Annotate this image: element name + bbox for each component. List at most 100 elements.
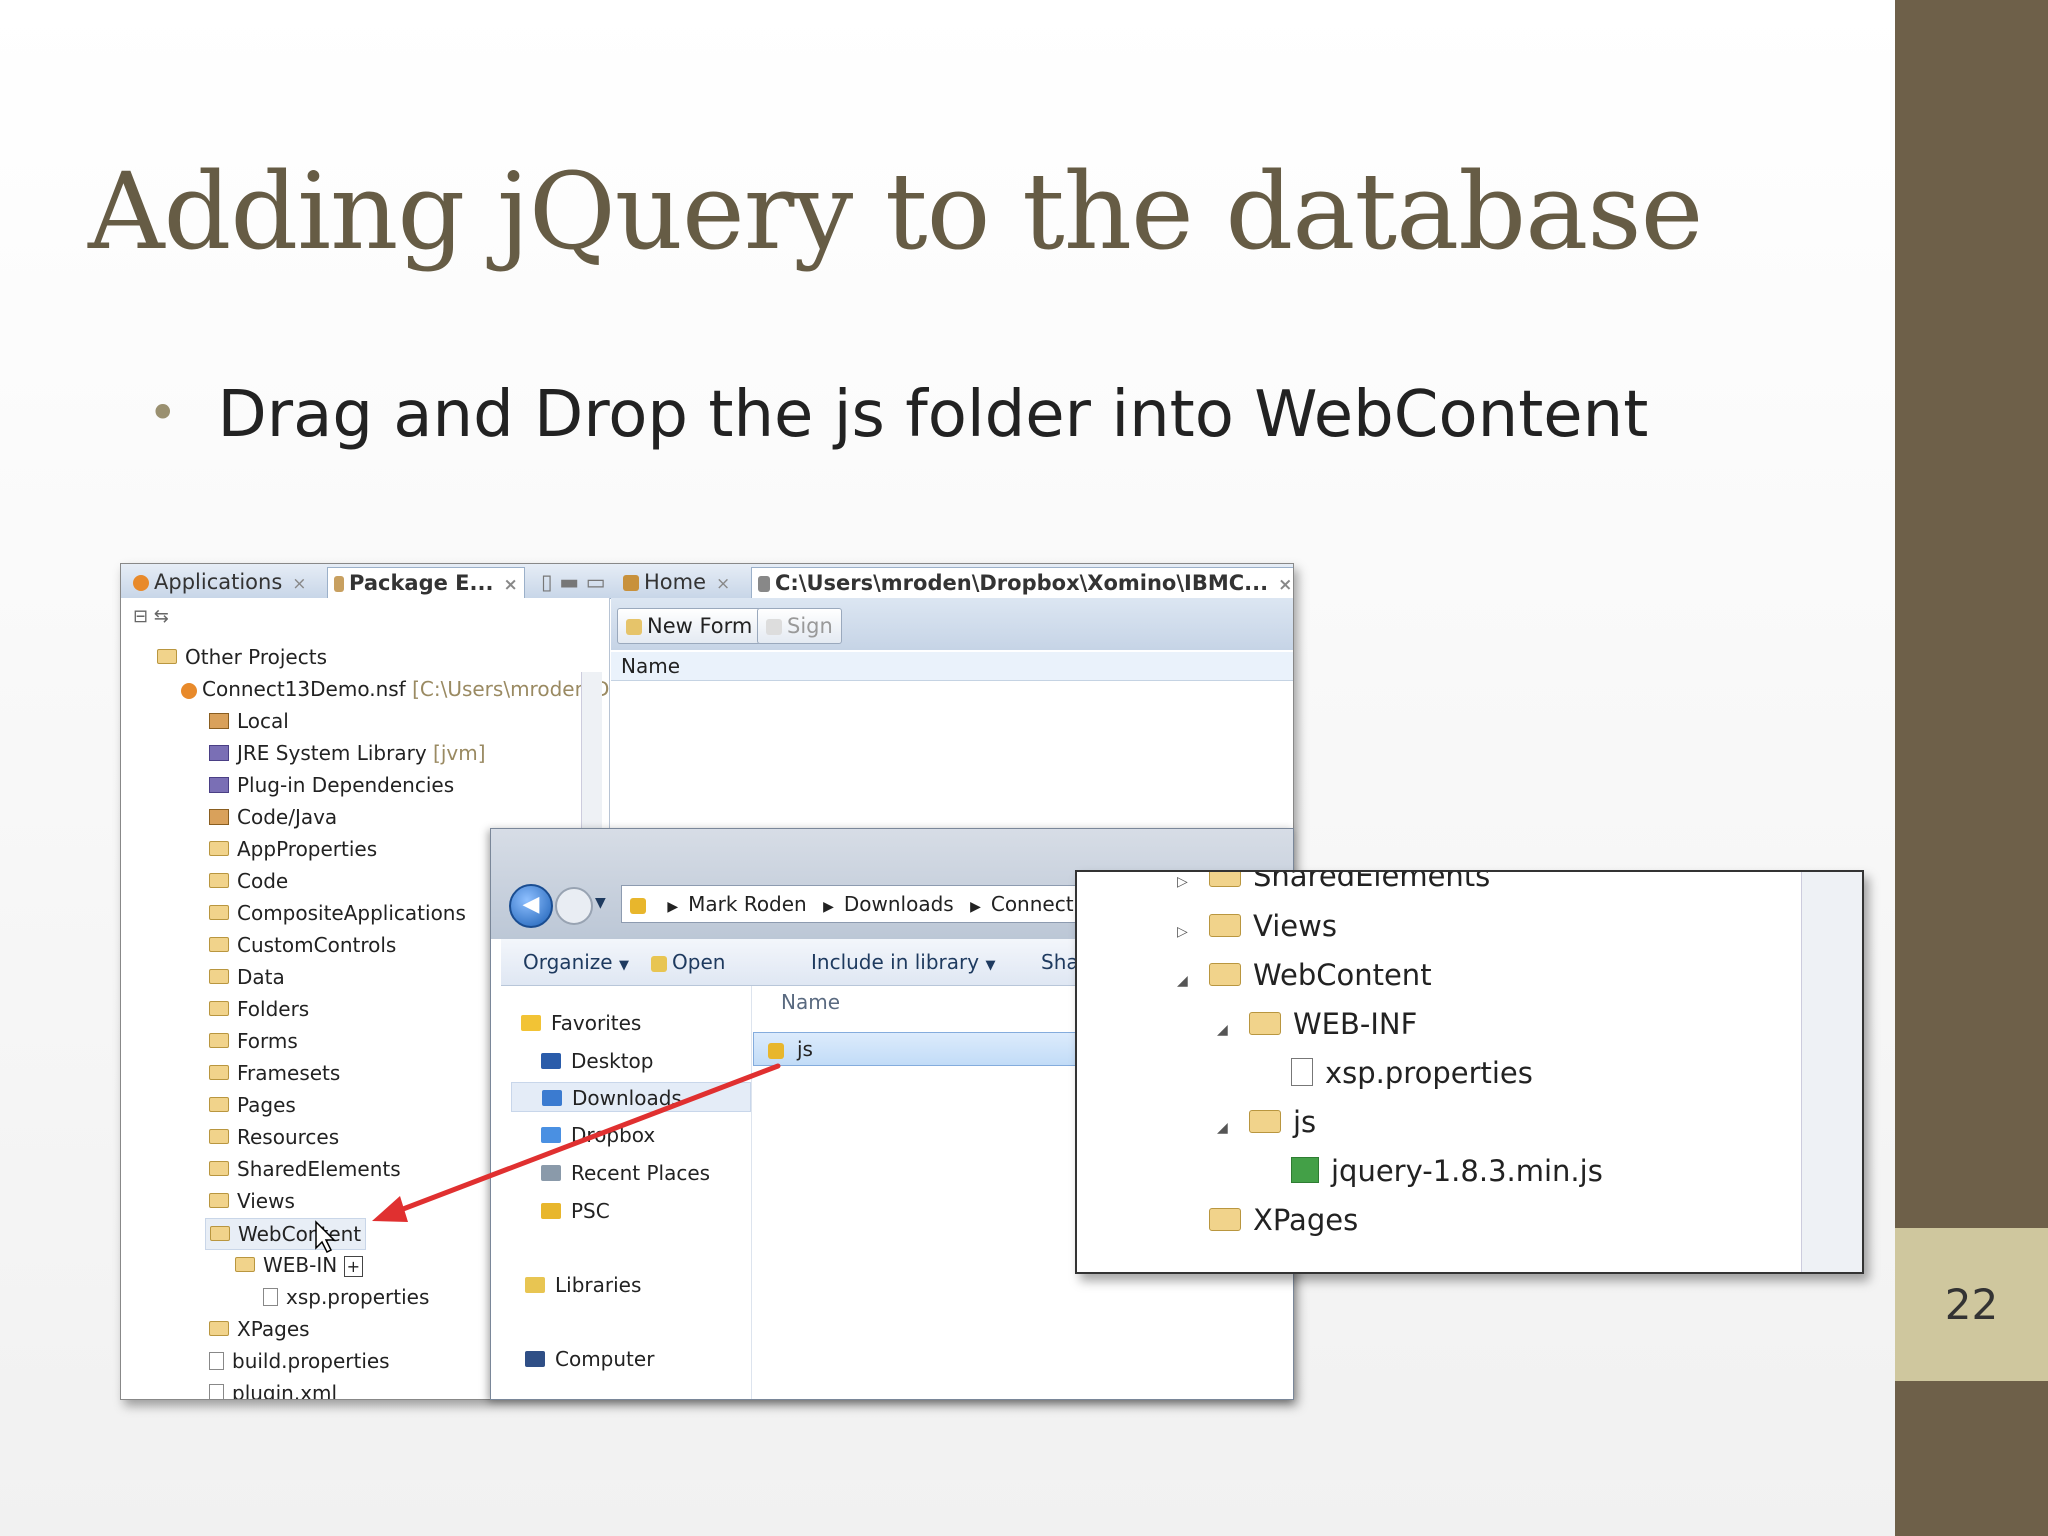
tree-label: Code/Java	[237, 805, 338, 829]
tree-other-projects[interactable]: Other Projects	[157, 642, 327, 672]
file-icon	[209, 1383, 224, 1399]
tree-shared-elements[interactable]: SharedElements	[209, 1154, 401, 1184]
collapse-all-icon[interactable]: ⊟ ⇆	[133, 606, 169, 627]
tree-framesets[interactable]: Framesets	[209, 1058, 340, 1088]
history-dropdown-icon[interactable]: ▼	[595, 895, 606, 911]
tree-label: JRE System Library	[237, 741, 427, 765]
tree-xsp-properties[interactable]: xsp.properties	[263, 1282, 429, 1312]
nav-libraries[interactable]: Libraries	[525, 1270, 641, 1300]
tree-jre-suffix: [jvm]	[433, 741, 486, 765]
new-form-label: New Form	[647, 614, 753, 638]
back-arrow-icon[interactable]: ◀	[509, 884, 553, 928]
nav-recent-places[interactable]: Recent Places	[541, 1158, 710, 1188]
tree-webcontent[interactable]: WebContent	[205, 1218, 367, 1250]
nav-desktop[interactable]: Desktop	[541, 1046, 653, 1076]
sign-button[interactable]: Sign	[757, 608, 842, 644]
tab-home[interactable]: Home ×	[617, 567, 736, 597]
zoom-scrollbar[interactable]	[1801, 872, 1862, 1272]
breadcrumb-item[interactable]: Downloads	[844, 892, 954, 916]
folder-icon	[210, 1226, 230, 1241]
open-button[interactable]: Open	[651, 939, 725, 985]
tree-nsf[interactable]: Connect13Demo.nsf [C:\Users\mroden\D	[181, 674, 609, 704]
collapse-arrow-icon[interactable]: ◢	[1177, 957, 1195, 1005]
expand-arrow-icon[interactable]: ▷	[1177, 872, 1195, 906]
tab-path-label: C:\Users\mroden\Dropbox\Xomino\IBMC...	[775, 571, 1269, 595]
tree-jre[interactable]: JRE System Library [jvm]	[209, 738, 486, 768]
view-menu-icons[interactable]: ▯ ▬ ▭	[535, 567, 612, 597]
zoom-tree-js[interactable]: ◢ js	[1217, 1098, 1316, 1146]
zoom-tree-shared-elements[interactable]: ▷ SharedElements	[1177, 870, 1491, 900]
nav-computer[interactable]: Computer	[525, 1344, 654, 1374]
sign-label: Sign	[787, 614, 833, 638]
nav-downloads[interactable]: Downloads	[511, 1082, 751, 1112]
folder-icon	[157, 649, 177, 664]
tab-package-explorer[interactable]: Package E... ×	[327, 567, 525, 598]
tree-plugin-deps[interactable]: Plug-in Dependencies	[209, 770, 454, 800]
expand-arrow-icon[interactable]: ▷	[1177, 908, 1195, 956]
close-icon[interactable]: ×	[503, 575, 517, 595]
tree-pages[interactable]: Pages	[209, 1090, 296, 1120]
zoom-tree-views[interactable]: ▷ Views	[1177, 902, 1337, 950]
tree-label: XPages	[237, 1317, 310, 1341]
new-form-button[interactable]: New Form	[617, 608, 762, 644]
name-column-header[interactable]: Name	[611, 652, 1293, 681]
zoom-tree-web-inf[interactable]: ◢ WEB-INF	[1217, 1000, 1417, 1048]
breadcrumb-arrow-icon: ▶	[823, 899, 834, 915]
nav-psc[interactable]: PSC	[541, 1196, 610, 1226]
include-library-button[interactable]: Include in library ▼	[811, 939, 995, 985]
folder-icon	[235, 1257, 255, 1272]
close-icon[interactable]: ×	[1278, 575, 1292, 595]
tree-composite-apps[interactable]: CompositeApplications	[209, 898, 466, 928]
tree-resources[interactable]: Resources	[209, 1122, 339, 1152]
collapse-arrow-icon[interactable]: ◢	[1217, 1006, 1235, 1054]
tab-path[interactable]: C:\Users\mroden\Dropbox\Xomino\IBMC... ×	[751, 567, 1293, 598]
zoom-tree-label: js	[1293, 1105, 1317, 1139]
tree-forms[interactable]: Forms	[209, 1026, 298, 1056]
folder-icon	[1249, 1011, 1281, 1035]
tree-label: WEB-IN	[263, 1253, 338, 1277]
close-icon[interactable]: ×	[716, 574, 730, 594]
close-icon[interactable]: ×	[292, 574, 306, 594]
tree-web-inf[interactable]: WEB-IN +	[235, 1250, 363, 1280]
forward-arrow-icon[interactable]	[555, 887, 593, 925]
tree-app-properties[interactable]: AppProperties	[209, 834, 377, 864]
computer-icon	[525, 1350, 545, 1367]
nav-favorites[interactable]: Favorites	[521, 1008, 641, 1038]
nav-dropbox[interactable]: Dropbox	[541, 1120, 655, 1150]
tree-local[interactable]: Local	[209, 706, 289, 736]
name-column-header[interactable]: Name	[781, 990, 840, 1014]
tree-label: Pages	[237, 1093, 296, 1117]
tree-xpages[interactable]: XPages	[209, 1314, 310, 1344]
organize-button[interactable]: Organize ▼	[523, 939, 629, 985]
tree-custom-controls[interactable]: CustomControls	[209, 930, 396, 960]
zoom-tree-label: WEB-INF	[1293, 1007, 1418, 1041]
nav-label: Recent Places	[571, 1161, 711, 1185]
page-number-text: 22	[1944, 1280, 1999, 1329]
zoom-tree-xpages[interactable]: XPages	[1209, 1196, 1358, 1244]
tree-plugin-xml[interactable]: plugin.xml	[209, 1378, 337, 1399]
collapse-arrow-icon[interactable]: ◢	[1217, 1104, 1235, 1152]
page-number: 22	[1895, 1228, 2048, 1381]
zoom-tree-jquery[interactable]: jquery-1.8.3.min.js	[1291, 1147, 1603, 1195]
bullet-text: Drag and Drop the js folder into WebCont…	[217, 378, 1649, 452]
tab-applications[interactable]: Applications ×	[127, 567, 313, 597]
folder-icon	[768, 1042, 784, 1059]
tree-build-properties[interactable]: build.properties	[209, 1346, 390, 1376]
file-name: js	[797, 1037, 813, 1061]
tree-label: CompositeApplications	[237, 901, 466, 925]
share-button[interactable]: Sha	[1041, 939, 1079, 985]
zoom-tree-xsp-properties[interactable]: xsp.properties	[1291, 1049, 1533, 1097]
zoom-tree-webcontent[interactable]: ◢ WebContent	[1177, 951, 1432, 999]
package-icon	[209, 712, 229, 729]
new-form-icon	[626, 619, 642, 635]
tree-code-java[interactable]: Code/Java	[209, 802, 337, 832]
tree-data[interactable]: Data	[209, 962, 285, 992]
zoom-tree-label: SharedElements	[1253, 870, 1491, 893]
downloads-icon	[542, 1089, 562, 1106]
tree-folders[interactable]: Folders	[209, 994, 309, 1024]
tree-label: Views	[237, 1189, 295, 1213]
tree-views[interactable]: Views	[209, 1186, 295, 1216]
applications-icon	[133, 575, 149, 591]
breadcrumb-item[interactable]: Mark Roden	[688, 892, 807, 916]
tree-code[interactable]: Code	[209, 866, 288, 896]
